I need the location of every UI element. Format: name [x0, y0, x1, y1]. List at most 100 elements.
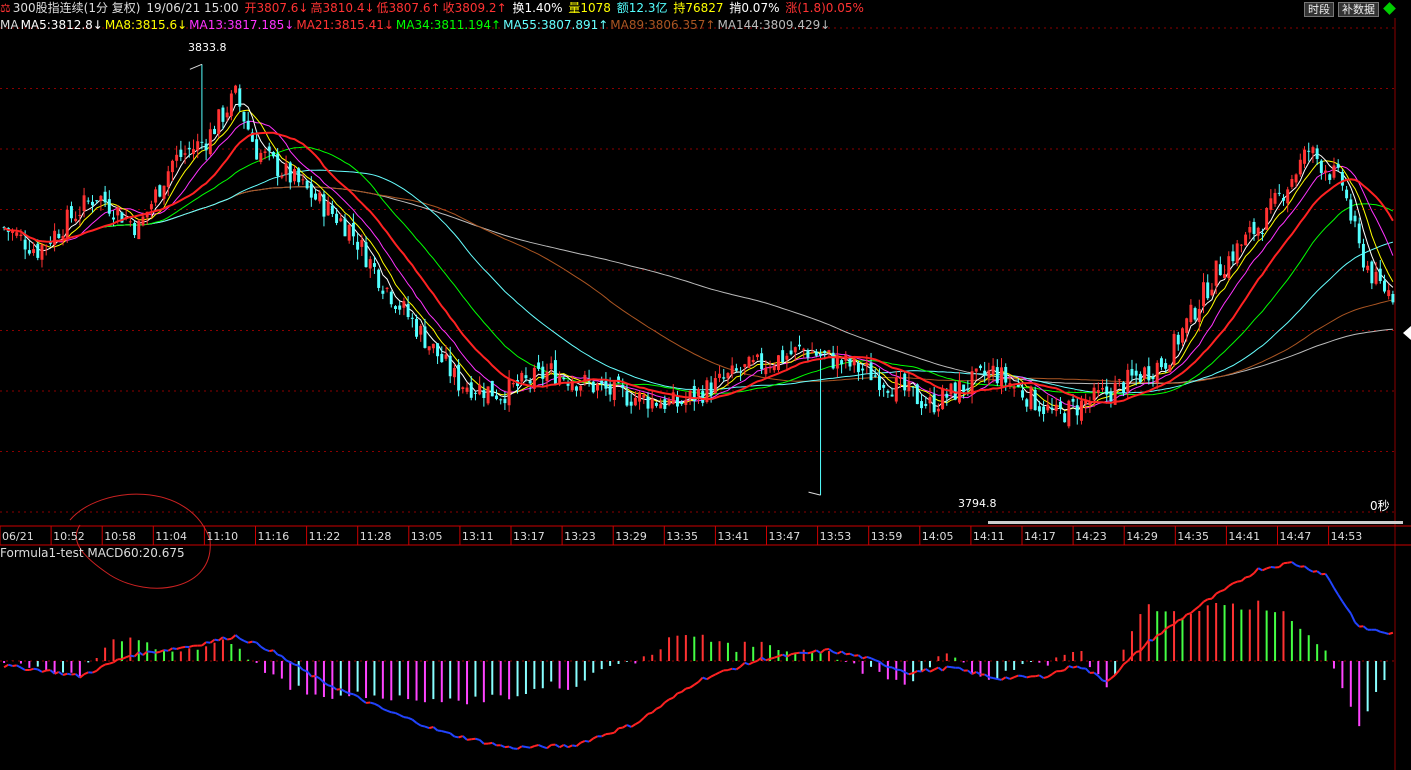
candle-up [478, 384, 482, 395]
macd-line-segment [226, 637, 232, 641]
time-tick-label: 11:28 [359, 530, 392, 543]
macd-line-segment [664, 698, 670, 704]
candle-down [962, 384, 966, 392]
high-price-label: 3833.8 [188, 41, 227, 54]
macd-line-segment [1349, 612, 1356, 623]
candle-up [82, 195, 86, 211]
macd-line-segment [1337, 594, 1344, 602]
macd-line-segment [1341, 600, 1348, 609]
macd-line-segment [1303, 565, 1310, 571]
candle-down [381, 290, 385, 294]
candle-down [621, 385, 625, 389]
macd-line-segment [1110, 674, 1116, 680]
macd-line-segment [1034, 674, 1040, 678]
macd-line-segment [866, 655, 872, 660]
macd-line-segment [795, 651, 800, 655]
candle-down [646, 396, 650, 409]
macd-line-segment [67, 672, 72, 676]
candle-down [1109, 391, 1113, 402]
macd-line-segment [1345, 607, 1352, 614]
candle-down [309, 183, 313, 198]
macd-line-segment [706, 675, 712, 681]
candle-up [183, 153, 187, 155]
candle-down [179, 149, 183, 157]
macd-line-segment [659, 701, 666, 708]
candle-down [1349, 199, 1353, 221]
macd-line-segment [1038, 674, 1045, 679]
header-date: 19/06/21 15:00 [146, 1, 239, 15]
macd-line-segment [487, 741, 493, 745]
macd-line-segment [534, 744, 539, 748]
candle-up [1244, 234, 1248, 246]
ma13-line [3, 120, 1394, 409]
candle-down [1122, 382, 1126, 394]
candle-down [1075, 405, 1079, 416]
macd-line-segment [449, 732, 456, 738]
candle-down [1063, 413, 1067, 423]
candle-down [372, 263, 376, 267]
candle-up [747, 356, 751, 368]
macd-line-segment [677, 690, 682, 695]
candle-down [436, 343, 440, 357]
header-amount: 额12.3亿 [616, 1, 668, 15]
candle-down [377, 269, 381, 288]
macd-line-segment [1060, 669, 1065, 673]
period-button[interactable]: 时段 [1304, 2, 1334, 17]
candle-down [1315, 148, 1319, 159]
fill-data-button[interactable]: 补数据 [1338, 2, 1379, 17]
macd-line-segment [1249, 572, 1255, 578]
candle-up [1000, 367, 1003, 387]
candle-down [734, 368, 738, 371]
macd-line-segment [1186, 612, 1192, 616]
time-tick-label: 13:53 [819, 530, 852, 543]
macd-line-segment [1215, 590, 1221, 595]
macd-line-segment [613, 727, 620, 734]
candle-down [524, 375, 528, 379]
macd-line-segment [937, 666, 944, 672]
macd-line-segment [247, 640, 253, 644]
candle-down [882, 384, 886, 388]
macd-line-segment [1076, 665, 1082, 670]
candle-up [154, 189, 158, 203]
macd-line-segment [416, 722, 422, 727]
macd-line-segment [386, 709, 392, 714]
candle-down [1134, 370, 1138, 376]
candle-down [242, 111, 246, 122]
candle-down [1319, 160, 1323, 173]
candle-down [335, 213, 339, 223]
candle-down [924, 403, 928, 406]
candle-up [339, 218, 343, 222]
macd-line-segment [29, 667, 34, 672]
candle-up [486, 386, 490, 404]
candle-down [591, 381, 595, 393]
candle-down [781, 350, 785, 363]
candle-down [1130, 369, 1134, 376]
macd-line-segment [925, 668, 931, 673]
macd-line-segment [252, 640, 257, 644]
macd-line-segment [1198, 601, 1205, 607]
time-tick-label: 13:17 [513, 530, 545, 543]
candle-up [1067, 400, 1071, 427]
macd-line-segment [20, 666, 26, 671]
candle-up [570, 382, 574, 391]
candle-up [208, 129, 212, 155]
macd-line-segment [908, 672, 914, 676]
macd-line-segment [567, 744, 573, 749]
macd-line-segment [1384, 631, 1389, 635]
candle-up [768, 367, 772, 369]
macd-line-segment [1135, 650, 1141, 653]
candle-up [1210, 289, 1214, 296]
candle-up [162, 185, 166, 199]
macd-line-segment [941, 665, 948, 672]
candle-down [1328, 174, 1332, 180]
candle-down [204, 143, 208, 151]
candle-up [1096, 390, 1100, 393]
candle-up [1202, 282, 1205, 307]
candle-up [326, 201, 330, 216]
macd-line-segment [1266, 566, 1272, 570]
ma-legend-item: MA5:3812.8↓ [20, 18, 103, 32]
candle-up [284, 163, 288, 175]
macd-line-segment [601, 733, 607, 738]
candle-up [1366, 265, 1370, 271]
macd-line-segment [752, 659, 758, 664]
